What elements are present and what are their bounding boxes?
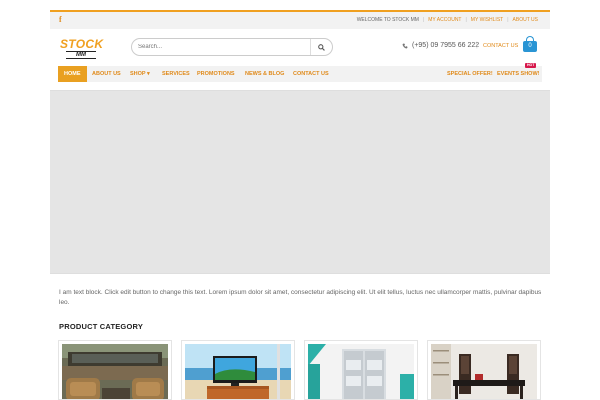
- search-button[interactable]: [310, 39, 332, 55]
- nav-shop-label: SHOP: [130, 71, 146, 77]
- cart-count: 0: [528, 43, 532, 49]
- nav-events-show[interactable]: EVENTS SHOW!: [497, 66, 539, 82]
- cart-button[interactable]: 0: [522, 36, 538, 52]
- category-card-dining[interactable]: [427, 340, 541, 400]
- category-card-appliances[interactable]: [304, 340, 418, 400]
- main-nav: HOME ABOUT US SHOP ▾ SERVICES PROMOTIONS…: [58, 66, 542, 82]
- nav-contact-us[interactable]: CONTACT US: [293, 66, 329, 82]
- nav-special-offer[interactable]: SPECIAL OFFER!: [447, 66, 493, 82]
- top-bar: f WELCOME TO STOCK MM | MY ACCOUNT | MY …: [50, 12, 550, 29]
- search-icon: [318, 43, 325, 51]
- top-links: WELCOME TO STOCK MM | MY ACCOUNT | MY WI…: [357, 17, 538, 23]
- category-image-refrigerator: [308, 344, 414, 399]
- phone-number: (+95) 09 7955 66 222: [402, 42, 479, 49]
- logo-text-mm: MM: [66, 51, 96, 59]
- phone-text: (+95) 09 7955 66 222: [412, 42, 480, 49]
- chevron-down-icon: ▾: [147, 71, 150, 77]
- facebook-icon[interactable]: f: [59, 15, 62, 24]
- my-wishlist-link[interactable]: MY WISHLIST: [471, 17, 503, 23]
- about-us-link[interactable]: ABOUT US: [513, 17, 538, 23]
- category-card-outdoor[interactable]: [58, 340, 172, 400]
- category-card-electronics[interactable]: [181, 340, 295, 400]
- separator: |: [476, 42, 478, 49]
- search-input[interactable]: [138, 41, 308, 53]
- product-category-list: [58, 340, 542, 400]
- separator: |: [465, 17, 467, 23]
- my-account-link[interactable]: MY ACCOUNT: [428, 17, 461, 23]
- search-box: [131, 38, 333, 56]
- separator: |: [507, 17, 509, 23]
- section-title: PRODUCT CATEGORY: [59, 322, 144, 331]
- nav-services[interactable]: SERVICES: [162, 66, 190, 82]
- site-logo[interactable]: STOCK MM: [60, 38, 106, 60]
- nav-home[interactable]: HOME: [58, 66, 87, 82]
- logo-text-stock: STOCK: [60, 37, 104, 51]
- category-image-dining-set: [431, 344, 537, 399]
- nav-shop[interactable]: SHOP ▾: [130, 66, 150, 82]
- phone-icon: [402, 43, 408, 48]
- page: f WELCOME TO STOCK MM | MY ACCOUNT | MY …: [50, 10, 550, 400]
- separator: |: [422, 17, 425, 23]
- nav-about-us[interactable]: ABOUT US: [92, 66, 121, 82]
- text-block: I am text block. Click edit button to ch…: [59, 289, 542, 306]
- category-image-outdoor-furniture: [62, 344, 168, 399]
- nav-promotions[interactable]: PROMOTIONS: [197, 66, 235, 82]
- header: STOCK MM (+95) 09 7955 66 222 | CONTACT …: [50, 29, 550, 66]
- header-contact-link[interactable]: CONTACT US: [483, 43, 518, 49]
- category-image-tv: [185, 344, 291, 399]
- hot-badge: HOT: [525, 63, 537, 68]
- hero-slider-area: [50, 90, 550, 274]
- nav-news-blog[interactable]: NEWS & BLOG: [245, 66, 284, 82]
- welcome-text: WELCOME TO STOCK MM: [356, 17, 419, 23]
